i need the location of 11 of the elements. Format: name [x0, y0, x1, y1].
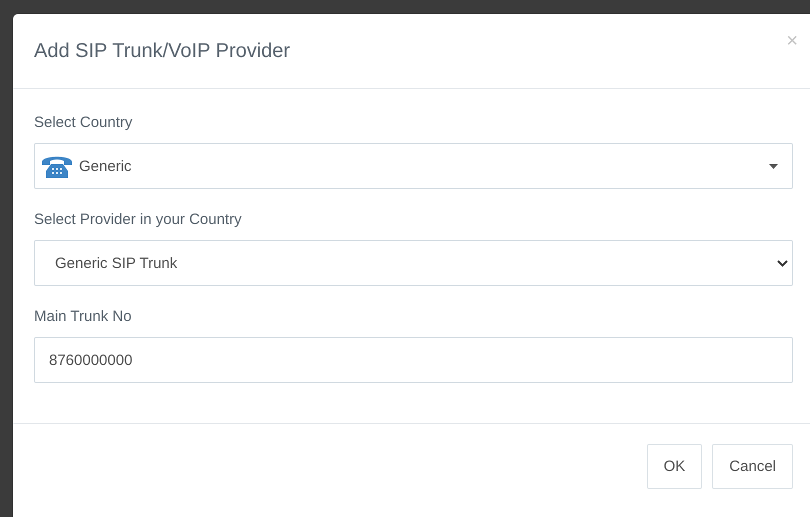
caret-icon	[769, 164, 778, 168]
country-select[interactable]: Generic	[34, 143, 793, 189]
field-label: Main Trunk No	[34, 307, 133, 327]
chevron-down-icon	[777, 260, 788, 266]
trunk-number-field[interactable]: 8760000000	[34, 337, 793, 383]
ok-button[interactable]: OK	[646, 444, 702, 489]
field-label: Select Provider in your Country	[34, 210, 243, 230]
cancel-button[interactable]: Cancel	[712, 444, 793, 489]
provider-select[interactable]: Generic SIP Trunk	[34, 240, 793, 286]
field-label: Select Country	[34, 113, 134, 133]
dialog-title: Add SIP Trunk/VoIP Provider	[34, 40, 290, 62]
